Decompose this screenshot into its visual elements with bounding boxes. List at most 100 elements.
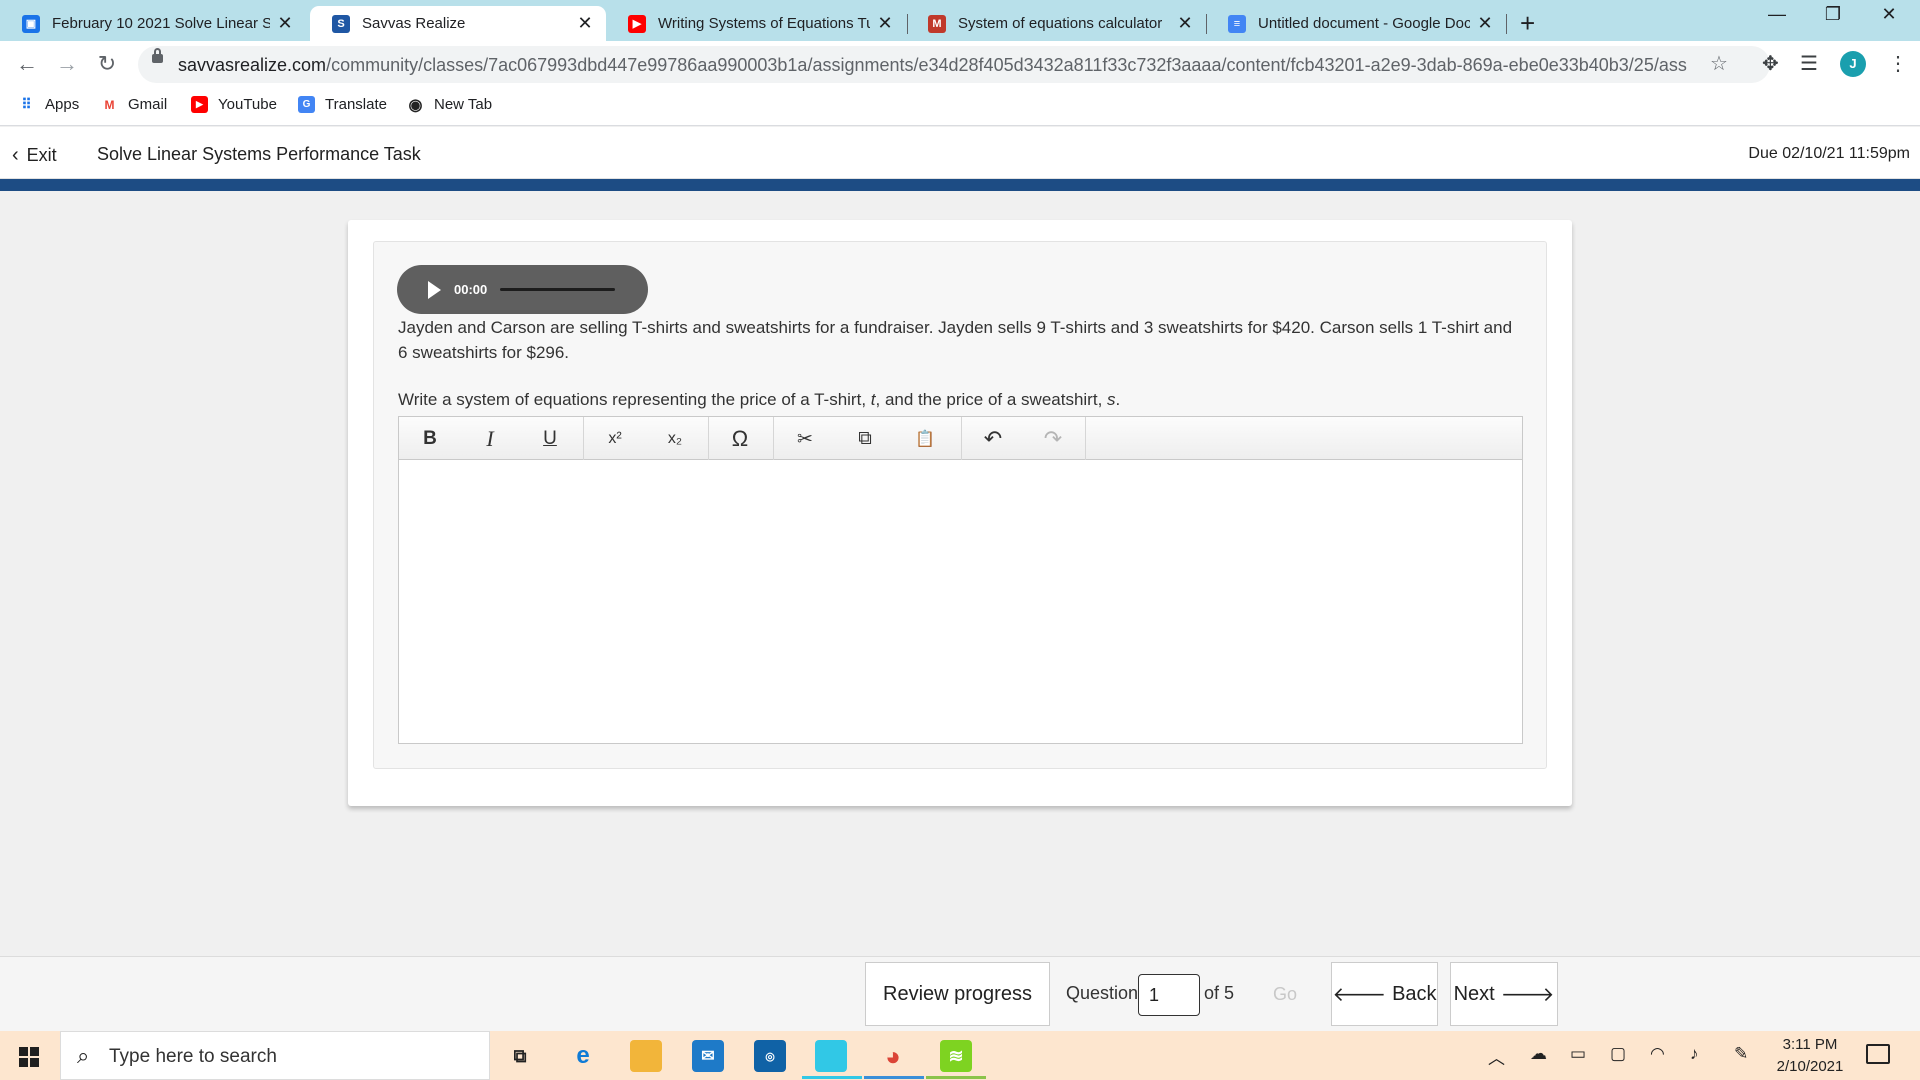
battery-icon[interactable]: ▭: [1570, 1044, 1586, 1064]
taskbar-clock[interactable]: 3:11 PM 2/10/2021: [1770, 1034, 1850, 1078]
exit-button[interactable]: ‹ Exit: [12, 144, 57, 167]
audio-player[interactable]: 00:00: [397, 265, 648, 314]
header-band: [0, 179, 1920, 191]
bookmark-translate[interactable]: G Translate: [298, 96, 387, 113]
rich-text-editor: B I U x² x₂ Ω ✂ ⧉ 📋 ↶ ↷: [398, 416, 1523, 744]
tab-savvas[interactable]: S Savvas Realize ✕: [310, 6, 606, 41]
minimize-icon[interactable]: —: [1750, 4, 1804, 25]
file-explorer-icon[interactable]: [630, 1040, 662, 1072]
classroom-icon: ▣: [22, 14, 40, 33]
undo-icon[interactable]: ↶: [965, 421, 1021, 457]
clock-time: 3:11 PM: [1782, 1036, 1838, 1053]
go-button[interactable]: Go: [1250, 962, 1320, 1026]
tab-youtube[interactable]: ▶ Writing Systems of Equations Tut ✕: [606, 6, 906, 41]
tab-title: Savvas Realize: [362, 15, 466, 32]
mail-icon[interactable]: ✉: [692, 1040, 724, 1072]
question-number-input[interactable]: 1: [1138, 974, 1200, 1016]
question-label: Question: [1066, 983, 1139, 1003]
underline-button[interactable]: U: [522, 421, 578, 457]
close-icon[interactable]: ✕: [1476, 13, 1494, 34]
apps-grid-icon: ⠿: [21, 96, 32, 112]
savvas-icon: S: [332, 14, 350, 33]
question-total: of 5: [1204, 983, 1235, 1003]
bookmark-new-tab[interactable]: ◉ New Tab: [407, 96, 493, 114]
bookmarks-bar: ⠿ Apps M Gmail ▶ YouTube G Translate ◉ N…: [0, 88, 1920, 126]
question-text: Jayden and Carson are selling T-shirts a…: [398, 318, 1513, 362]
tab-title: Untitled document - Google Doc: [1258, 15, 1470, 32]
special-character-button[interactable]: Ω: [712, 421, 768, 457]
window-close-icon[interactable]: ✕: [1862, 4, 1916, 25]
chrome-icon[interactable]: ◕: [877, 1040, 909, 1072]
gmail-icon: M: [104, 97, 115, 112]
assignment-header: ‹ Exit Solve Linear Systems Performance …: [0, 127, 1920, 179]
close-icon[interactable]: ✕: [876, 13, 894, 34]
arrow-left-icon: 🡐: [1332, 983, 1387, 1006]
bookmark-apps[interactable]: ⠿ Apps: [18, 96, 79, 113]
app-cyan-icon[interactable]: [815, 1040, 847, 1072]
back-button[interactable]: 🡐 Back: [1331, 962, 1438, 1026]
active-indicator: [926, 1076, 986, 1079]
translate-icon: G: [298, 96, 315, 113]
tab-classroom[interactable]: ▣ February 10 2021 Solve Linear Sy ✕: [0, 6, 306, 41]
superscript-button[interactable]: x²: [587, 421, 643, 457]
profile-avatar[interactable]: J: [1840, 51, 1866, 77]
bookmark-gmail[interactable]: M Gmail: [101, 96, 168, 113]
meet-now-icon[interactable]: ▢: [1610, 1044, 1626, 1064]
paste-icon[interactable]: 📋: [897, 421, 953, 457]
lock-icon: [152, 48, 163, 63]
reload-icon[interactable]: ↻: [92, 51, 122, 77]
edge-icon[interactable]: e: [567, 1040, 599, 1072]
windows-start-icon[interactable]: [19, 1047, 39, 1067]
youtube-icon: ▶: [191, 96, 208, 113]
close-icon[interactable]: ✕: [276, 13, 294, 34]
tab-title: February 10 2021 Solve Linear Sy: [52, 15, 270, 32]
cut-icon[interactable]: ✂: [777, 421, 833, 457]
due-date: Due 02/10/21 11:59pm: [1748, 145, 1910, 162]
next-button[interactable]: Next 🡒: [1450, 962, 1558, 1026]
active-indicator: [802, 1076, 862, 1079]
italic-button[interactable]: I: [462, 421, 518, 457]
notifications-icon[interactable]: [1866, 1044, 1890, 1064]
wifi-icon[interactable]: ◠: [1650, 1044, 1665, 1064]
taskbar-search[interactable]: ⌕ Type here to search: [60, 1031, 490, 1080]
redo-icon[interactable]: ↷: [1025, 421, 1081, 457]
audio-progress-track[interactable]: [500, 288, 615, 291]
youtube-icon: ▶: [628, 14, 646, 33]
assignment-title: Solve Linear Systems Performance Task: [97, 144, 421, 164]
onedrive-icon[interactable]: ☁: [1530, 1044, 1547, 1064]
globe-icon: ◉: [408, 96, 423, 114]
restore-icon[interactable]: ❐: [1806, 4, 1860, 25]
pen-icon[interactable]: ✎: [1734, 1044, 1748, 1064]
extensions-puzzle-icon[interactable]: ✥: [1762, 51, 1779, 76]
arrow-right-icon: 🡒: [1500, 983, 1555, 1006]
chevron-up-icon[interactable]: ︿: [1488, 1044, 1505, 1069]
tab-title: Writing Systems of Equations Tut: [658, 15, 870, 32]
tab-title: System of equations calculator: [958, 15, 1163, 32]
copy-icon[interactable]: ⧉: [837, 421, 893, 457]
editor-body[interactable]: [399, 461, 1522, 743]
bold-button[interactable]: B: [402, 421, 458, 457]
bookmark-star-icon[interactable]: ☆: [1710, 51, 1728, 76]
dell-icon[interactable]: ◎: [754, 1040, 786, 1072]
tab-calculator[interactable]: M System of equations calculator ✕: [906, 6, 1206, 41]
spotify-icon[interactable]: ≋: [940, 1040, 972, 1072]
url-text[interactable]: savvasrealize.com/community/classes/7ac0…: [178, 55, 1688, 76]
subscript-button[interactable]: x₂: [647, 421, 703, 457]
volume-icon[interactable]: ♪: [1690, 1044, 1699, 1064]
mathpapa-icon: M: [928, 14, 946, 33]
play-icon[interactable]: [428, 281, 441, 299]
task-view-icon[interactable]: ⧉: [504, 1040, 536, 1072]
close-icon[interactable]: ✕: [576, 13, 594, 34]
menu-kebab-icon[interactable]: ⋮: [1888, 51, 1908, 76]
audio-time: 00:00: [454, 282, 488, 297]
new-tab-button[interactable]: +: [1520, 8, 1535, 39]
back-arrow-icon[interactable]: ←: [12, 51, 42, 77]
media-queue-icon[interactable]: ☰: [1800, 51, 1818, 76]
bookmark-youtube[interactable]: ▶ YouTube: [191, 96, 277, 113]
chevron-left-icon: ‹: [12, 144, 19, 166]
close-icon[interactable]: ✕: [1176, 13, 1194, 34]
active-indicator: [864, 1076, 924, 1079]
review-progress-button[interactable]: Review progress: [865, 962, 1050, 1026]
tab-google-docs[interactable]: ≡ Untitled document - Google Doc ✕: [1206, 6, 1506, 41]
forward-arrow-icon[interactable]: →: [52, 51, 82, 77]
